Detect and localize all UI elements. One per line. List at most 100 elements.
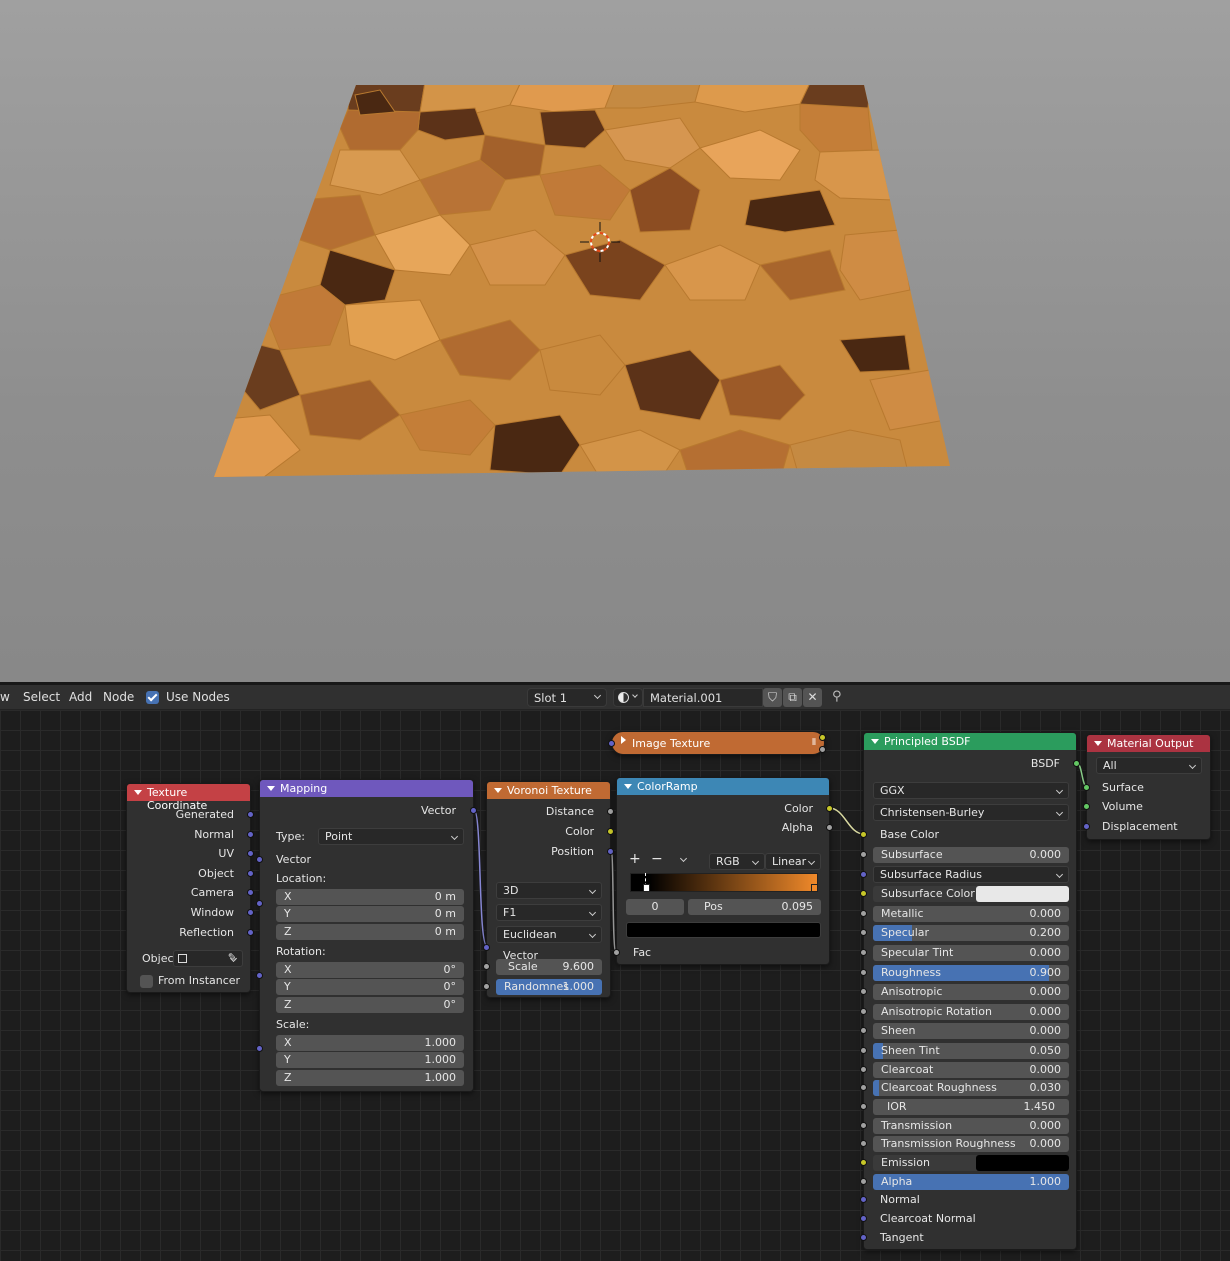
node-material-output[interactable]: Material Output All Surface Volume Displ… [1083,734,1211,840]
node-texture-coordinate[interactable]: Texture Coordinate Generated Normal UV O… [126,783,254,993]
socket-camera[interactable] [247,889,254,896]
subsurface-method-dropdown[interactable]: Christensen-Burley [873,804,1069,821]
specular-field[interactable]: Specular 0.200 [873,925,1069,941]
pin-icon[interactable]: ⚲ [832,689,842,704]
socket-randomness-in[interactable] [483,983,490,990]
socket-anisotropic-rotation[interactable] [860,1008,867,1015]
socket-metallic[interactable] [860,910,867,917]
socket-specular[interactable] [860,929,867,936]
scale-z-field[interactable]: Z 1.000 [276,1070,464,1086]
socket-specular-tint[interactable] [860,949,867,956]
socket-clearcoat-roughness[interactable] [860,1084,867,1091]
color-mode-dropdown[interactable]: RGB [709,853,765,870]
location-x-field[interactable]: X0 m [276,889,464,905]
socket-color[interactable] [607,828,614,835]
socket-transmission-roughness[interactable] [860,1140,867,1147]
socket-transmission[interactable] [860,1122,867,1129]
node-header[interactable]: Material Output [1087,735,1210,752]
menu-add[interactable]: Add [69,690,92,704]
stop-color-swatch[interactable] [626,922,821,938]
chevron-down-icon[interactable] [679,854,688,863]
location-z-field[interactable]: Z0 m [276,924,464,940]
menu-select[interactable]: Select [23,690,60,704]
socket-position[interactable] [607,848,614,855]
socket-fac-in[interactable] [613,949,620,956]
socket-alpha-out[interactable] [826,824,833,831]
specular-tint-field[interactable]: Specular Tint 0.000 [873,945,1069,961]
scale-field[interactable]: Scale 9.600 [496,959,602,975]
socket-tangent[interactable] [860,1234,867,1241]
slot-dropdown[interactable]: Slot 1 [527,688,607,707]
node-principled-bsdf[interactable]: Principled BSDF BSDF GGX Christensen-Bur… [860,732,1080,1250]
stop-position-field[interactable]: Pos 0.095 [688,899,821,915]
transmission-roughness-field[interactable]: Transmission Roughness 0.000 [873,1136,1069,1152]
type-dropdown[interactable]: Point [318,828,464,845]
socket-normal[interactable] [247,831,254,838]
node-header[interactable]: Voronoi Texture [487,782,610,799]
duplicate-material-icon[interactable]: ⧉ [783,688,802,707]
sheen-tint-field[interactable]: Sheen Tint 0.050 [873,1043,1069,1059]
unlink-material-icon[interactable]: ✕ [803,688,822,707]
socket-uv[interactable] [247,850,254,857]
target-dropdown[interactable]: All [1096,757,1202,774]
stop-index-field[interactable]: 0 [626,899,684,915]
use-nodes-checkbox[interactable] [146,691,159,704]
metallic-field[interactable]: Metallic 0.000 [873,906,1069,922]
socket-vector-in[interactable] [608,740,615,747]
node-header[interactable]: ColorRamp [617,778,829,795]
material-browse-button[interactable] [613,688,643,707]
socket-normal[interactable] [860,1196,867,1203]
node-mapping[interactable]: Mapping Vector Type: Point Vector Locati… [256,779,477,1092]
socket-generated[interactable] [247,811,254,818]
socket-emission[interactable] [860,1159,867,1166]
node-image-texture[interactable]: Image Texture ⦀ [608,731,826,755]
subsurface-radius-dropdown[interactable]: Subsurface Radius [873,866,1069,883]
distance-metric-dropdown[interactable]: Euclidean [496,926,602,943]
roughness-field[interactable]: Roughness 0.900 [873,965,1069,981]
color-ramp-gradient[interactable] [630,873,818,892]
emission-color-swatch[interactable] [976,1155,1069,1171]
color-stop-handle-active[interactable] [643,884,650,892]
socket-distance[interactable] [607,808,614,815]
node-header[interactable]: Image Texture [612,732,824,750]
socket-object[interactable] [247,870,254,877]
menu-view[interactable]: w [0,690,10,704]
location-y-field[interactable]: Y0 m [276,906,464,922]
socket-subsurface[interactable] [860,851,867,858]
node-header[interactable]: Principled BSDF [864,733,1076,750]
socket-volume[interactable] [1083,803,1090,810]
socket-vector-in[interactable] [256,856,263,863]
socket-roughness[interactable] [860,969,867,976]
node-header[interactable]: Texture Coordinate [127,784,250,812]
eyedropper-icon[interactable]: ✎ [228,951,237,964]
anisotropic-field[interactable]: Anisotropic 0.000 [873,984,1069,1000]
rotation-y-field[interactable]: Y 0° [276,979,464,995]
3d-viewport[interactable] [0,0,1230,682]
node-header[interactable]: Mapping [260,780,473,797]
socket-ior[interactable] [860,1103,867,1110]
transmission-field[interactable]: Transmission 0.000 [873,1118,1069,1134]
add-stop-button[interactable]: + [629,851,641,867]
subsurface-field[interactable]: Subsurface 0.000 [873,847,1069,863]
menu-node[interactable]: Node [103,690,134,704]
socket-subsurface-color[interactable] [860,890,867,897]
fake-user-shield-icon[interactable]: ⛉ [763,688,782,707]
distribution-dropdown[interactable]: GGX [873,782,1069,799]
socket-color-out[interactable] [826,805,833,812]
socket-reflection[interactable] [247,929,254,936]
socket-scale-in[interactable] [256,1045,263,1052]
socket-vector-in[interactable] [483,944,490,951]
socket-sheen[interactable] [860,1027,867,1034]
socket-displacement[interactable] [1083,823,1090,830]
socket-base-color[interactable] [860,831,867,838]
feature-dropdown[interactable]: F1 [496,904,602,921]
socket-alpha-out[interactable] [819,746,826,753]
socket-window[interactable] [247,909,254,916]
interpolation-dropdown[interactable]: Linear [765,853,821,870]
socket-vector-out[interactable] [470,807,477,814]
rotation-z-field[interactable]: Z 0° [276,997,464,1013]
subsurface-color-swatch[interactable] [976,886,1069,902]
socket-surface[interactable] [1083,784,1090,791]
color-stop-handle[interactable] [811,884,818,892]
socket-clearcoat[interactable] [860,1066,867,1073]
